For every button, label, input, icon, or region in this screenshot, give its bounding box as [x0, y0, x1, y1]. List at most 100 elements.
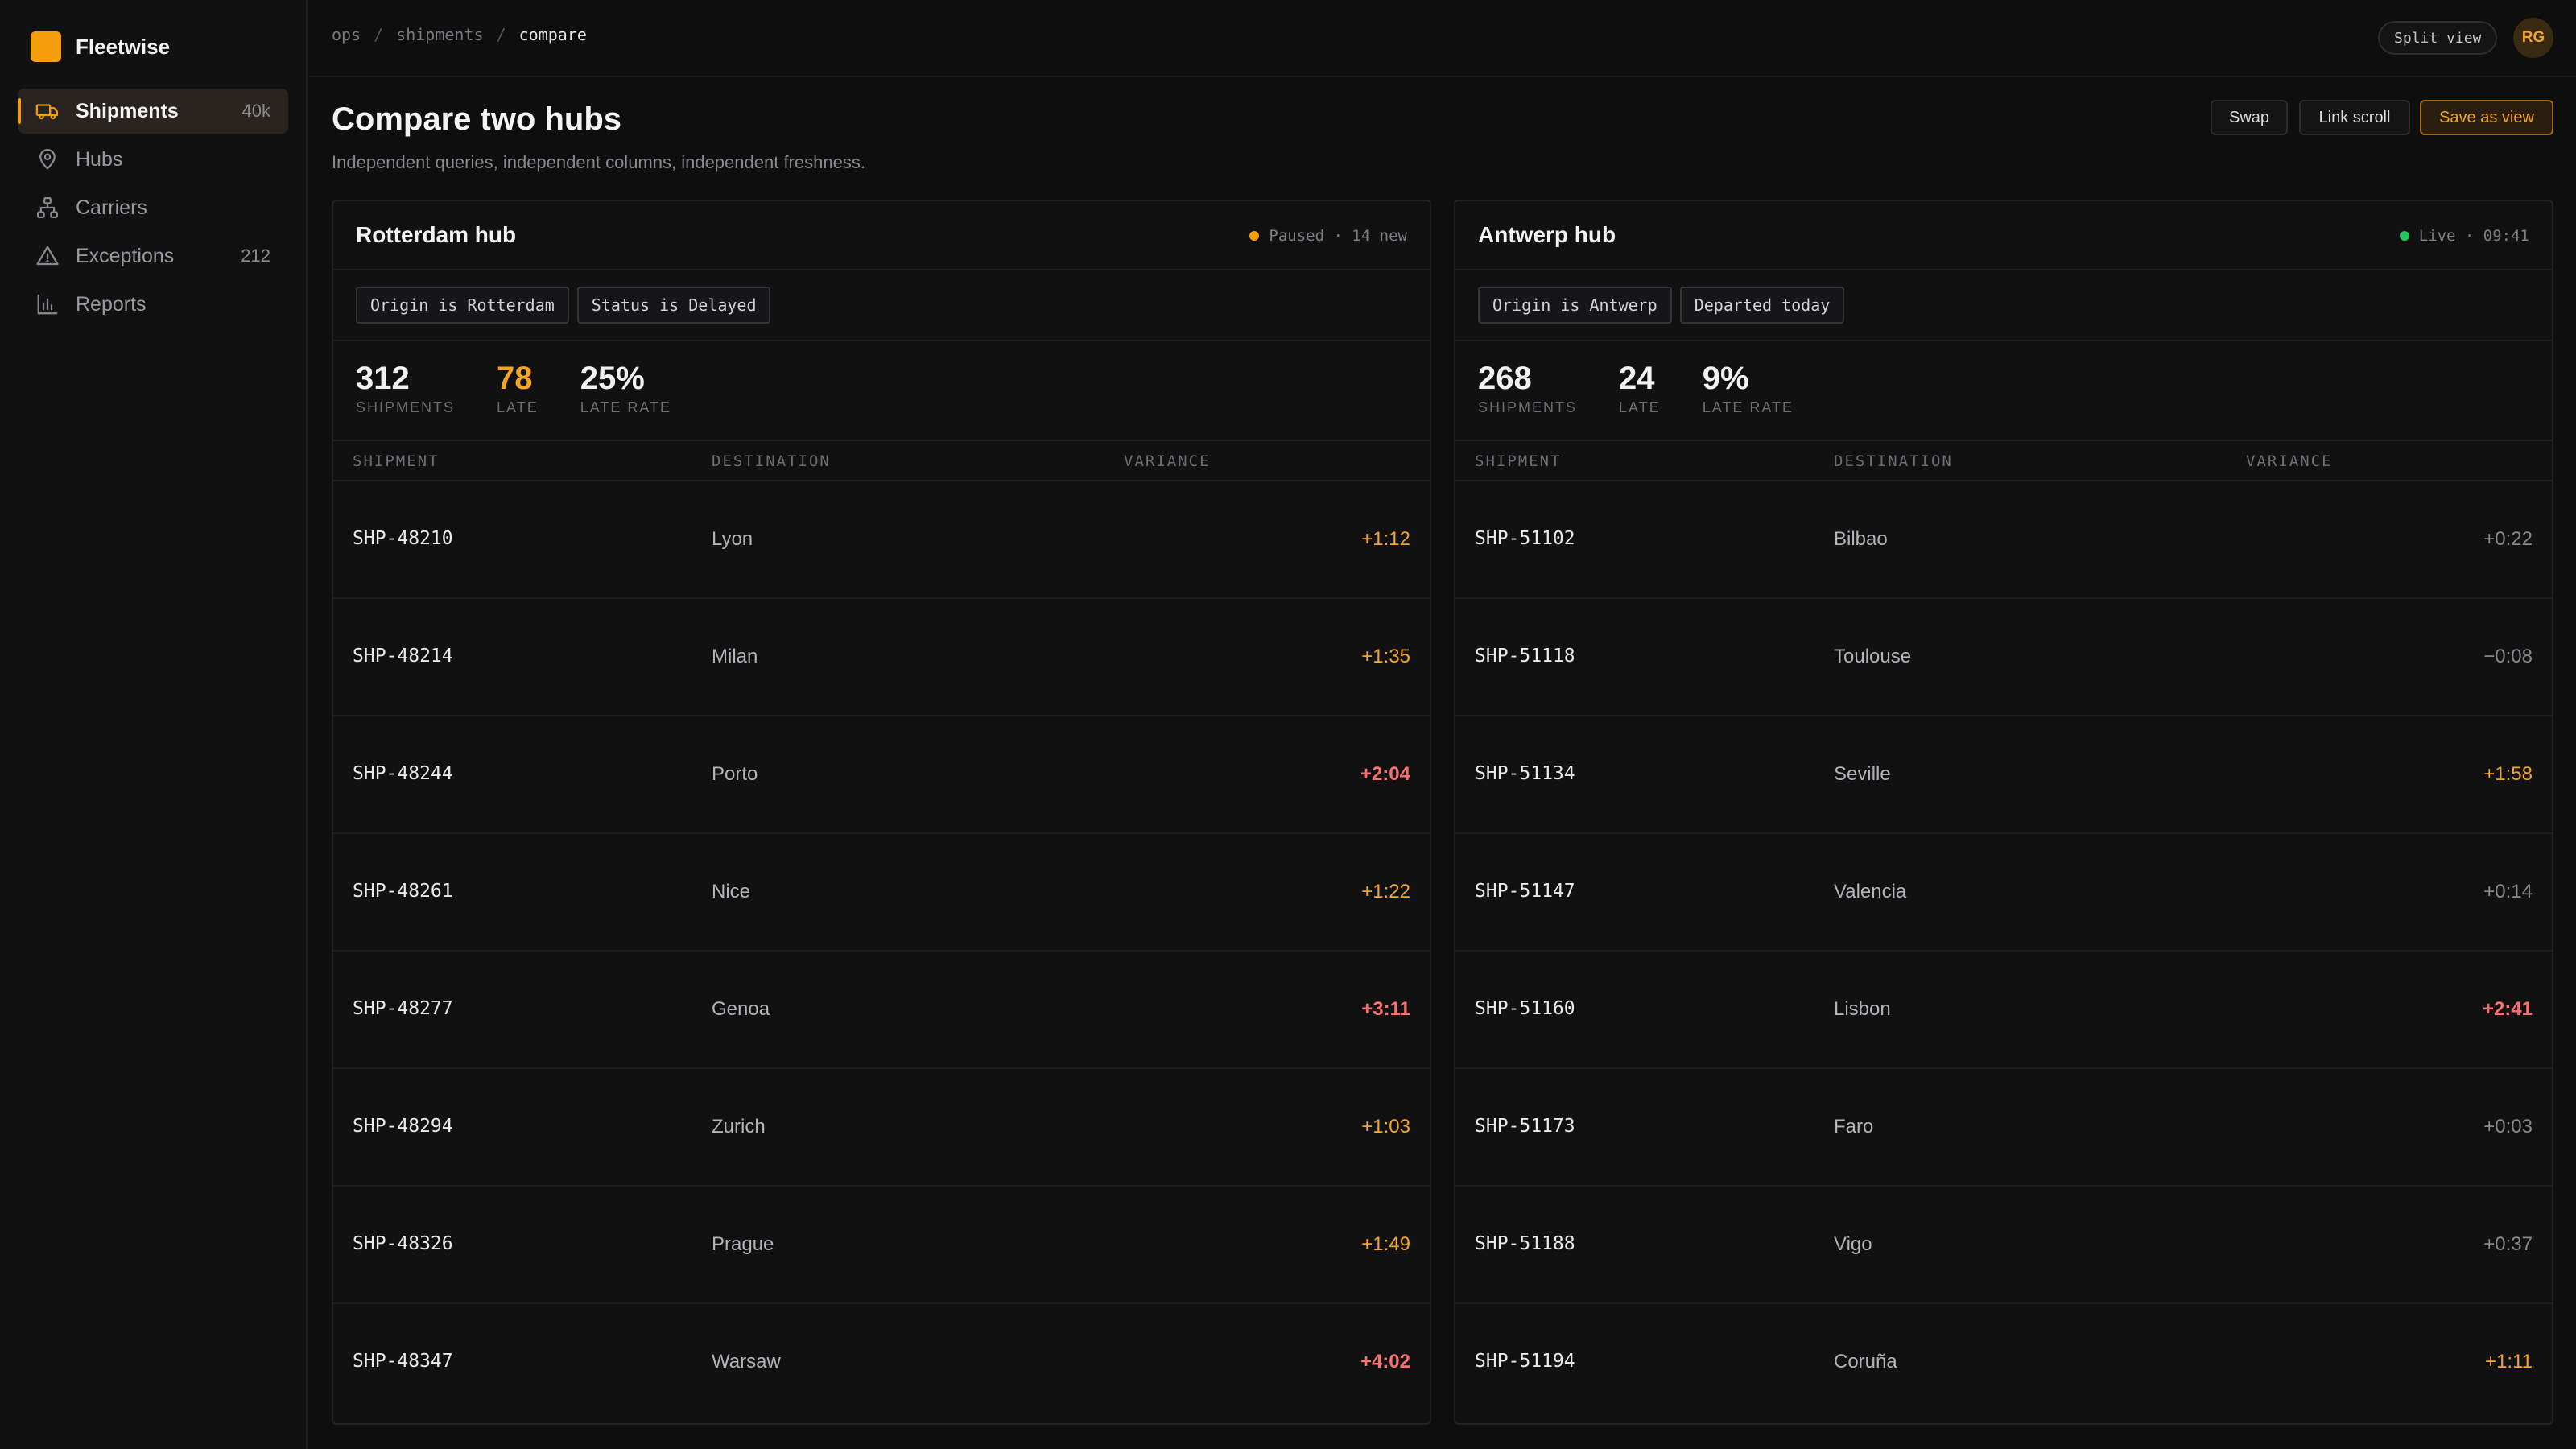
sidebar-item-exceptions[interactable]: Exceptions 212	[18, 233, 288, 279]
table-row[interactable]: SHP-48277 Genoa +3:11	[333, 952, 1430, 1069]
variance: +1:58	[2483, 763, 2533, 785]
shipment-id[interactable]: SHP-51147	[1475, 881, 1575, 902]
link-scroll-button[interactable]: Link scroll	[2299, 100, 2410, 135]
column-header-variance[interactable]: VARIANCE	[2246, 452, 2333, 470]
stat-label: SHIPMENTS	[1478, 399, 1578, 415]
hub-panel-antwerp: Antwerp hub Live · 09:41 Origin is Antwe…	[1454, 200, 2553, 1425]
destination: Prague	[712, 1233, 774, 1255]
variance: +0:37	[2483, 1233, 2533, 1255]
table-row[interactable]: SHP-51188 Vigo +0:37	[1455, 1187, 2552, 1304]
shipment-id[interactable]: SHP-48294	[353, 1116, 453, 1137]
sidebar-item-count: 40k	[242, 101, 270, 121]
variance: +1:49	[1361, 1233, 1410, 1255]
shipment-id[interactable]: SHP-51102	[1475, 528, 1575, 549]
table-row[interactable]: SHP-51102 Bilbao +0:22	[1455, 481, 2552, 599]
shipment-id[interactable]: SHP-51134	[1475, 763, 1575, 784]
variance: +1:35	[1361, 646, 1410, 667]
shipment-id[interactable]: SHP-48210	[353, 528, 453, 549]
table-row[interactable]: SHP-48244 Porto +2:04	[333, 716, 1430, 834]
avatar[interactable]: RG	[2513, 18, 2553, 58]
filter-chip[interactable]: Origin is Rotterdam	[356, 287, 569, 324]
stat-value: 268	[1478, 361, 1532, 396]
table-row[interactable]: SHP-51160 Lisbon +2:41	[1455, 952, 2552, 1069]
stat-label: LATE	[1619, 399, 1661, 415]
panel-status: Paused · 14 new	[1249, 227, 1407, 245]
table-row[interactable]: SHP-51134 Seville +1:58	[1455, 716, 2552, 834]
variance: −0:08	[2483, 646, 2533, 667]
stats-row: 312 SHIPMENTS 78 LATE 25% LATE RATE	[333, 341, 1430, 441]
save-as-view-button[interactable]: Save as view	[2420, 100, 2553, 135]
sidebar-item-carriers[interactable]: Carriers	[18, 185, 288, 230]
table-row[interactable]: SHP-48294 Zurich +1:03	[333, 1069, 1430, 1187]
stat-shipments: 312 SHIPMENTS	[356, 361, 455, 440]
sidebar-item-label: Reports	[76, 292, 147, 316]
filter-bar: Origin is Antwerp Departed today	[1455, 270, 2552, 341]
filter-chip[interactable]: Departed today	[1679, 287, 1845, 324]
shipment-id[interactable]: SHP-48277	[353, 998, 453, 1019]
filter-chip[interactable]: Origin is Antwerp	[1478, 287, 1672, 324]
variance: +0:03	[2483, 1116, 2533, 1137]
breadcrumb-item[interactable]: ops	[332, 25, 361, 44]
column-header-shipment[interactable]: SHIPMENT	[353, 452, 440, 470]
shipment-id[interactable]: SHP-51118	[1475, 646, 1575, 667]
stat-label: SHIPMENTS	[356, 399, 456, 415]
stat-value: 312	[356, 361, 410, 396]
map-pin-icon	[34, 146, 61, 173]
filter-chip[interactable]: Status is Delayed	[576, 287, 771, 324]
table-row[interactable]: SHP-51118 Toulouse −0:08	[1455, 599, 2552, 716]
destination: Zurich	[712, 1116, 766, 1137]
shipment-id[interactable]: SHP-48326	[353, 1233, 453, 1254]
variance: +2:41	[2482, 998, 2533, 1020]
split-view-button[interactable]: Split view	[2378, 21, 2498, 55]
table-row[interactable]: SHP-48261 Nice +1:22	[333, 834, 1430, 952]
column-header-destination[interactable]: DESTINATION	[712, 452, 831, 470]
shipment-id[interactable]: SHP-48261	[353, 881, 453, 902]
table-row[interactable]: SHP-48214 Milan +1:35	[333, 599, 1430, 716]
stats-row: 268 SHIPMENTS 24 LATE 9% LATE RATE	[1455, 341, 2552, 441]
status-dot-icon	[1249, 231, 1260, 241]
stat-value: 25%	[580, 361, 645, 396]
table-row[interactable]: SHP-48347 Warsaw +4:02	[333, 1304, 1430, 1422]
table-row[interactable]: SHP-51173 Faro +0:03	[1455, 1069, 2552, 1187]
variance: +1:11	[2485, 1351, 2533, 1373]
table-row[interactable]: SHP-48326 Prague +1:49	[333, 1187, 1430, 1304]
shipment-id[interactable]: SHP-51160	[1475, 998, 1575, 1019]
destination: Valencia	[1834, 881, 1907, 902]
table-row[interactable]: SHP-48210 Lyon +1:12	[333, 481, 1430, 599]
brand[interactable]: Fleetwise	[31, 31, 170, 63]
table-header: SHIPMENT DESTINATION VARIANCE	[333, 441, 1430, 481]
page-subtitle: Independent queries, independent columns…	[332, 152, 865, 172]
shipment-id[interactable]: SHP-51194	[1475, 1351, 1575, 1372]
destination: Lisbon	[1834, 998, 1891, 1020]
shipment-id[interactable]: SHP-48214	[353, 646, 453, 667]
shipment-id[interactable]: SHP-48347	[353, 1351, 453, 1372]
sidebar-item-reports[interactable]: Reports	[18, 282, 288, 327]
status-text: Paused · 14 new	[1269, 227, 1407, 245]
table-header: SHIPMENT DESTINATION VARIANCE	[1455, 441, 2552, 481]
breadcrumb: ops / shipments / compare	[332, 25, 587, 44]
table-row[interactable]: SHP-51147 Valencia +0:14	[1455, 834, 2552, 952]
stat-value: 9%	[1702, 361, 1749, 396]
column-header-destination[interactable]: DESTINATION	[1834, 452, 1953, 470]
sidebar-item-shipments[interactable]: Shipments 40k	[18, 89, 288, 134]
variance: +3:11	[1361, 998, 1410, 1020]
breadcrumb-separator: /	[496, 25, 506, 44]
shipment-id[interactable]: SHP-51173	[1475, 1116, 1575, 1137]
stat-late: 24 LATE	[1619, 361, 1661, 440]
sidebar-nav: Shipments 40k Hubs Carriers Exceptions 2…	[18, 89, 288, 330]
sidebar-item-hubs[interactable]: Hubs	[18, 137, 288, 182]
stat-late-rate: 25% LATE RATE	[580, 361, 671, 440]
shipment-id[interactable]: SHP-51188	[1475, 1233, 1575, 1254]
destination: Vigo	[1834, 1233, 1872, 1255]
column-header-variance[interactable]: VARIANCE	[1124, 452, 1211, 470]
breadcrumb-separator: /	[374, 25, 384, 44]
table-row[interactable]: SHP-51194 Coruña +1:11	[1455, 1304, 2552, 1422]
column-header-shipment[interactable]: SHIPMENT	[1475, 452, 1562, 470]
breadcrumb-item[interactable]: shipments	[396, 25, 483, 44]
panel-header: Rotterdam hub Paused · 14 new	[333, 201, 1430, 270]
brand-name: Fleetwise	[76, 34, 171, 59]
destination: Milan	[712, 646, 758, 667]
shipment-id[interactable]: SHP-48244	[353, 763, 453, 784]
destination: Bilbao	[1834, 528, 1888, 550]
swap-button[interactable]: Swap	[2211, 100, 2288, 135]
